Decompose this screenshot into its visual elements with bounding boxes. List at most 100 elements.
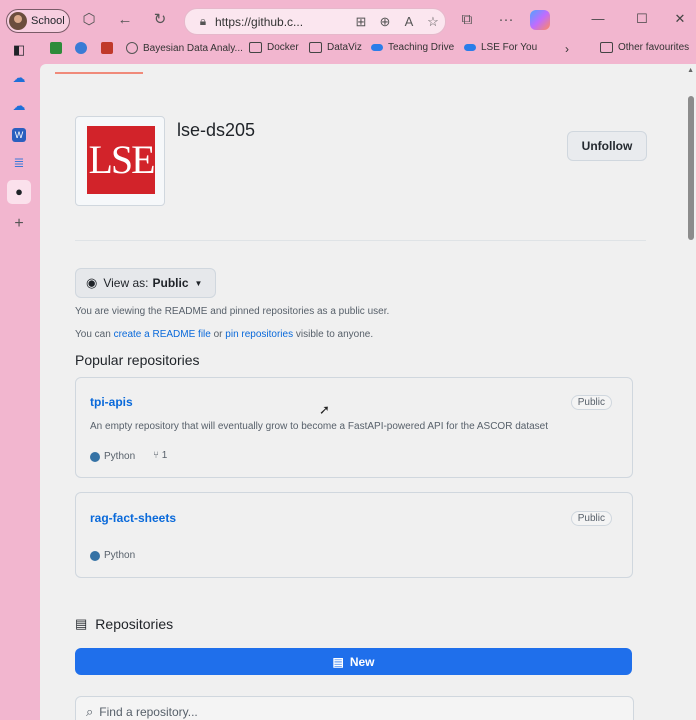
- maximize-icon[interactable]: ☐: [632, 11, 652, 27]
- language-color-dot: [90, 451, 100, 462]
- view-as-value: Public: [152, 276, 189, 290]
- search-icon: ⌕: [86, 704, 94, 719]
- favorite-item[interactable]: DataViz: [309, 42, 362, 53]
- browser-title-bar: School ⬡ ← ↻ 🔒︎ https://github.c... ⊞ ⊕ …: [0, 0, 696, 40]
- avatar: [9, 12, 27, 30]
- favorite-item[interactable]: [101, 42, 118, 54]
- language-color-dot: [90, 550, 100, 561]
- word-icon[interactable]: W: [12, 128, 26, 142]
- caret-down-icon: ▼: [194, 278, 203, 288]
- chevron-right-icon[interactable]: ›: [565, 42, 569, 56]
- view-as-dropdown[interactable]: ◉ View as: Public ▼: [75, 268, 216, 298]
- profile-button[interactable]: School: [6, 9, 70, 33]
- apps-icon[interactable]: ⊞: [349, 14, 373, 30]
- fork-count: 1: [161, 450, 168, 461]
- mouse-cursor-icon: ➚: [319, 402, 330, 417]
- favorite-item[interactable]: Bayesian Data Analy...: [126, 42, 243, 54]
- ic-green-icon: [50, 42, 62, 54]
- url-text[interactable]: https://github.c...: [215, 15, 349, 29]
- close-icon[interactable]: ✕: [670, 11, 690, 27]
- view-as-prefix: View as:: [103, 276, 149, 290]
- repo-book-icon: ▤: [332, 654, 344, 669]
- globe-icon: [126, 42, 138, 54]
- language-label: Python: [104, 451, 136, 462]
- repo-description: An empty repository that will eventually…: [90, 421, 548, 432]
- copilot-icon[interactable]: [530, 10, 550, 30]
- create-readme-link[interactable]: create a README file: [114, 329, 211, 340]
- search-placeholder: Find a repository...: [99, 705, 198, 719]
- readme-note: You can create a README file or pin repo…: [75, 329, 373, 340]
- note-text: visible to anyone.: [293, 329, 374, 340]
- favorite-item[interactable]: [75, 42, 92, 54]
- new-repository-button[interactable]: ▤ New: [75, 648, 632, 675]
- divider: [75, 240, 646, 241]
- lock-icon[interactable]: 🔒︎: [191, 14, 215, 29]
- repo-card: tpi-apis Public An empty repository that…: [75, 377, 633, 478]
- org-avatar: LSE: [75, 116, 165, 206]
- favorite-item[interactable]: [50, 42, 67, 54]
- github-icon[interactable]: ●: [7, 180, 31, 204]
- back-icon[interactable]: ←: [116, 11, 134, 29]
- note-text: or: [210, 329, 226, 340]
- refresh-icon[interactable]: ↻: [151, 11, 169, 29]
- scroll-up-icon[interactable]: ▲: [687, 67, 694, 74]
- scrollbar[interactable]: [688, 96, 694, 240]
- repo-link[interactable]: tpi-apis: [90, 395, 133, 409]
- tab-underline: [55, 72, 143, 74]
- eye-icon: ◉: [86, 275, 98, 290]
- unfollow-button[interactable]: Unfollow: [567, 131, 647, 161]
- zoom-icon[interactable]: ⊕: [373, 14, 397, 30]
- repo-card: rag-fact-sheets Public Python: [75, 492, 633, 578]
- address-bar[interactable]: 🔒︎ https://github.c... ⊞ ⊕ A ☆: [184, 8, 446, 35]
- repositories-section: ▤ Repositories: [75, 616, 173, 632]
- favorites-bar: Bayesian Data Analy... Docker DataViz Te…: [40, 40, 696, 60]
- favorite-item[interactable]: Teaching Drive: [371, 42, 454, 53]
- forks-link[interactable]: ⑂ 1: [153, 450, 167, 461]
- folder-icon: [309, 42, 322, 53]
- favorite-label: LSE For You: [481, 42, 538, 53]
- favorite-label: DataViz: [327, 42, 362, 53]
- favorite-item[interactable]: Docker: [249, 42, 299, 53]
- c-red-icon: [101, 42, 113, 54]
- favorite-label: Other favourites: [618, 42, 690, 53]
- browser-sidebar: ◧ ☁ ☁ W ≣ ● +: [0, 40, 38, 720]
- favorite-label: Teaching Drive: [388, 42, 455, 53]
- onedrive-icon[interactable]: ☁: [9, 96, 29, 116]
- note-text: You can: [75, 329, 114, 340]
- extensions-icon[interactable]: ⧉: [458, 11, 476, 29]
- onedrive-icon[interactable]: ☁: [9, 68, 29, 88]
- favorite-label: Docker: [267, 42, 299, 53]
- public-view-note: You are viewing the README and pinned re…: [75, 306, 390, 317]
- globe-blue-icon: [75, 42, 87, 54]
- org-name: lse-ds205: [177, 120, 256, 140]
- lse-logo: LSE: [87, 126, 156, 194]
- favorite-label: Bayesian Data Analy...: [143, 42, 243, 54]
- more-menu-icon[interactable]: ···: [497, 11, 515, 29]
- visibility-badge: Public: [570, 395, 612, 410]
- fork-icon: ⑂: [153, 450, 159, 461]
- repo-book-icon: ▤: [75, 616, 88, 631]
- profile-label: School: [31, 15, 65, 27]
- read-aloud-icon[interactable]: A: [397, 14, 421, 29]
- onedrive-icon: [371, 44, 383, 51]
- repo-language: Python: [90, 451, 135, 462]
- favorite-star-icon[interactable]: ☆: [421, 14, 445, 30]
- favorite-item[interactable]: LSE For You: [464, 42, 537, 53]
- minimize-icon[interactable]: —: [588, 11, 608, 26]
- notes-icon[interactable]: ≣: [9, 153, 29, 173]
- folder-icon: [249, 42, 262, 53]
- new-label: New: [349, 654, 375, 669]
- pin-repositories-link[interactable]: pin repositories: [225, 329, 293, 340]
- folder-icon: [600, 42, 613, 53]
- visibility-badge: Public: [570, 511, 612, 526]
- popular-repos-heading: Popular repositories: [75, 352, 200, 368]
- language-label: Python: [104, 550, 136, 561]
- repositories-heading: Repositories: [95, 616, 174, 632]
- repo-language: Python: [90, 550, 135, 561]
- favorite-item[interactable]: Other favourites: [600, 42, 689, 53]
- add-icon[interactable]: +: [9, 214, 29, 234]
- workspaces-icon[interactable]: ⬡: [80, 11, 98, 29]
- repo-link[interactable]: rag-fact-sheets: [90, 511, 176, 525]
- find-repository-input[interactable]: ⌕ Find a repository...: [75, 696, 634, 720]
- tab-actions-icon[interactable]: ◧: [9, 40, 29, 60]
